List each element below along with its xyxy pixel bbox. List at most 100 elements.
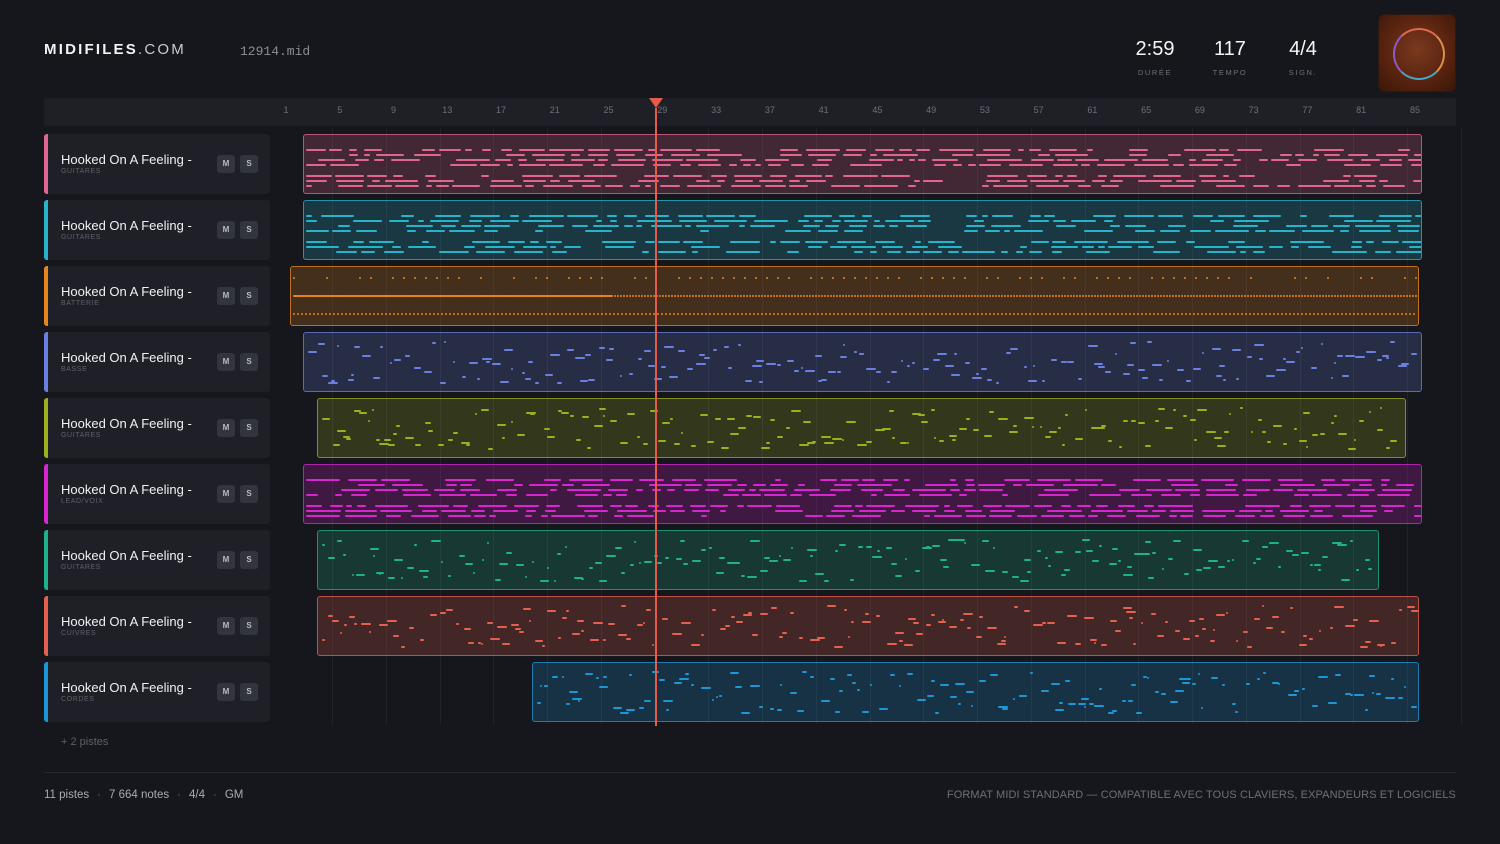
- mute-button[interactable]: M: [217, 419, 235, 437]
- midi-note: [1061, 313, 1063, 315]
- ruler-bar-81: 81: [1356, 105, 1367, 115]
- midi-note: [437, 313, 439, 315]
- mute-button[interactable]: M: [217, 155, 235, 173]
- track-header[interactable]: Hooked On A Feeling - LEAD/VOIX M S: [44, 464, 270, 524]
- solo-button[interactable]: S: [240, 353, 258, 371]
- midi-note: [1115, 295, 1117, 297]
- track-color-bar: [44, 530, 48, 590]
- midi-note: [1192, 549, 1202, 551]
- midi-note: [1181, 313, 1183, 315]
- midi-note: [1280, 484, 1316, 486]
- midi-note: [1333, 313, 1335, 315]
- midi-note: [966, 484, 976, 486]
- midi-note: [577, 700, 580, 702]
- midi-note: [1050, 683, 1060, 685]
- midi-note: [839, 215, 856, 217]
- track-header[interactable]: Hooked On A Feeling - GUITARES M S: [44, 530, 270, 590]
- midi-note: [978, 616, 983, 618]
- midi-note: [1208, 295, 1210, 297]
- mute-button[interactable]: M: [217, 353, 235, 371]
- mute-button[interactable]: M: [217, 485, 235, 503]
- midi-note: [976, 154, 1011, 156]
- midi-note: [730, 241, 761, 243]
- solo-button[interactable]: S: [240, 287, 258, 305]
- midi-note: [818, 230, 839, 232]
- playhead[interactable]: [655, 108, 657, 726]
- midi-note: [912, 246, 929, 248]
- track-header[interactable]: Hooked On A Feeling - BASSE M S: [44, 332, 270, 392]
- track-clip[interactable]: [303, 134, 1422, 194]
- midi-note: [833, 313, 835, 315]
- midi-note: [759, 613, 768, 615]
- midi-note: [887, 251, 902, 253]
- midi-note: [549, 164, 584, 166]
- track-clip[interactable]: [303, 332, 1422, 392]
- track-header[interactable]: Hooked On A Feeling - GUITARES M S: [44, 200, 270, 260]
- midi-note: [968, 164, 977, 166]
- mute-button[interactable]: M: [217, 221, 235, 239]
- midi-note: [1125, 313, 1127, 315]
- midi-note: [1247, 356, 1253, 358]
- midi-note: [1285, 550, 1293, 552]
- midi-note: [667, 489, 676, 491]
- solo-button[interactable]: S: [240, 551, 258, 569]
- track-header[interactable]: Hooked On A Feeling - CORDES M S: [44, 662, 270, 722]
- midi-note: [1212, 629, 1215, 631]
- track-clip[interactable]: [316, 530, 1379, 590]
- track-clip[interactable]: [303, 464, 1422, 524]
- midi-note: [571, 633, 580, 635]
- solo-button[interactable]: S: [240, 419, 258, 437]
- track-name: Hooked On A Feeling -: [61, 416, 192, 431]
- midi-note: [1160, 230, 1181, 232]
- timeline-ruler[interactable]: 1 5 9 13 17 21 25 29 33 37 41 45 49 53 57 61 65 69 73 77 81 8…: [44, 98, 1456, 126]
- track-header[interactable]: Hooked On A Feeling - GUITARES M S: [44, 398, 270, 458]
- track-header[interactable]: Hooked On A Feeling - CUIVRES M S: [44, 596, 270, 656]
- mute-button[interactable]: M: [217, 617, 235, 635]
- midi-note: [1091, 295, 1093, 297]
- midi-note: [625, 505, 639, 507]
- solo-button[interactable]: S: [240, 155, 258, 173]
- midi-note: [1349, 540, 1353, 542]
- midi-note: [921, 313, 923, 315]
- mute-button[interactable]: M: [217, 287, 235, 305]
- midi-note: [478, 505, 508, 507]
- midi-note: [1196, 295, 1198, 297]
- solo-button[interactable]: S: [240, 683, 258, 701]
- midi-note: [789, 180, 801, 182]
- track-header[interactable]: Hooked On A Feeling - GUITARES M S: [44, 134, 270, 194]
- more-tracks-link[interactable]: + 2 pistes: [61, 736, 108, 748]
- track-header[interactable]: Hooked On A Feeling - BATTERIE M S: [44, 266, 270, 326]
- midi-note: [1411, 353, 1418, 355]
- mute-button[interactable]: M: [217, 683, 235, 701]
- midi-note: [909, 159, 916, 161]
- track-clip[interactable]: [316, 398, 1406, 458]
- album-cover[interactable]: [1378, 14, 1456, 92]
- midi-note: [1031, 241, 1050, 243]
- midi-note: [758, 706, 763, 708]
- midi-note: [1266, 441, 1271, 443]
- midi-note: [346, 505, 353, 507]
- midi-note: [957, 703, 961, 705]
- midi-note: [332, 230, 352, 232]
- solo-button[interactable]: S: [240, 617, 258, 635]
- midi-note: [361, 251, 376, 253]
- solo-button[interactable]: S: [240, 485, 258, 503]
- midi-note: [901, 360, 904, 362]
- track-clip[interactable]: [531, 662, 1419, 722]
- track-clip[interactable]: [303, 200, 1422, 260]
- playhead-marker-icon[interactable]: [649, 98, 663, 108]
- midi-note: [790, 547, 793, 549]
- track-clip[interactable]: [290, 266, 1419, 326]
- track-clip[interactable]: [316, 596, 1419, 656]
- midi-note: [472, 241, 501, 243]
- midi-note: [692, 295, 694, 297]
- solo-button[interactable]: S: [240, 221, 258, 239]
- midi-note: [833, 646, 843, 648]
- midi-note: [1154, 295, 1156, 297]
- stat-duration-value: 2:59: [1135, 38, 1175, 60]
- midi-note: [439, 494, 467, 496]
- midi-note: [525, 515, 533, 517]
- mute-button[interactable]: M: [217, 551, 235, 569]
- site-logo[interactable]: MIDIFILES.COM: [44, 41, 186, 58]
- midi-note: [975, 636, 982, 638]
